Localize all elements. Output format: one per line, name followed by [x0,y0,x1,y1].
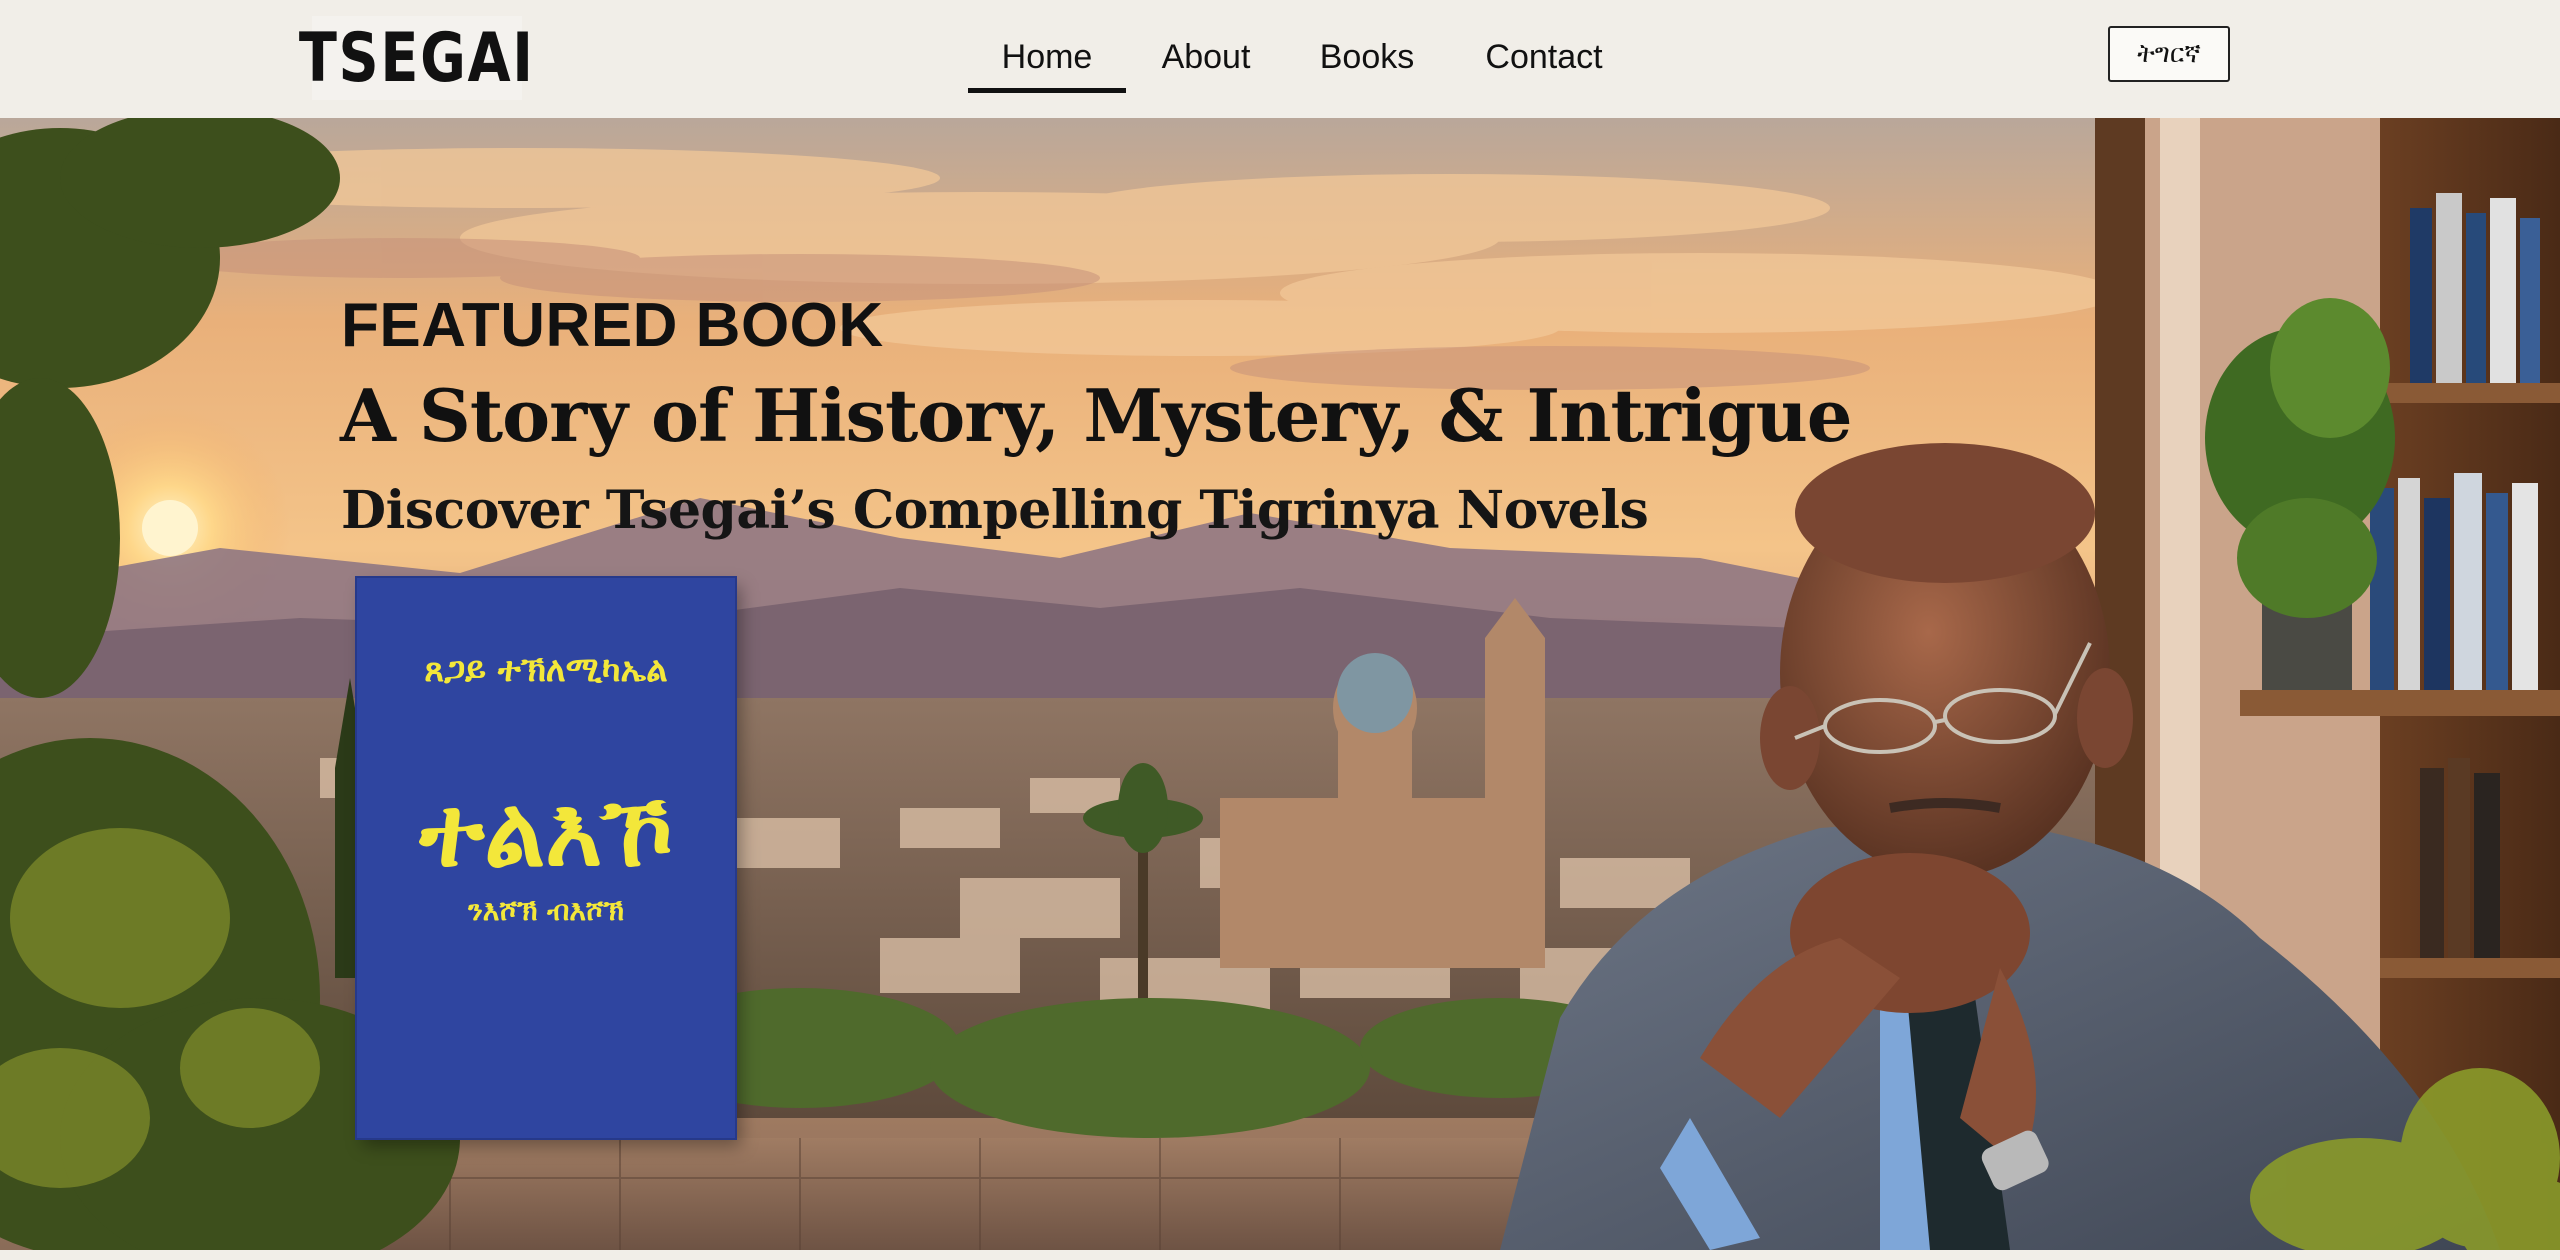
nav-about-link[interactable]: About [1150,32,1262,82]
book-title: ተልእኾ [419,776,673,888]
featured-book-label: FEATURED BOOK [341,291,884,360]
hero-section: FEATURED BOOK A Story of History, Myster… [0,118,2560,1250]
nav-books-link[interactable]: Books [1310,32,1424,82]
language-toggle-button[interactable]: ትግርኛ [2108,26,2230,82]
nav-contact-link[interactable]: Contact [1474,32,1614,82]
book-subtitle: ንእሾኽ ብእሾኽ [468,894,624,927]
hero-headline: A Story of History, Mystery, & Intrigue [340,373,1853,458]
featured-book-cover[interactable]: ጸጋይ ተኽለሚካኤል ተልእኾ ንእሾኽ ብእሾኽ [357,578,735,1138]
page-bottom-strip [0,1250,2560,1260]
nav-home-link[interactable]: Home [968,32,1126,82]
hero-subheadline: Discover Tsegai’s Compelling Tigrinya No… [341,480,1649,541]
active-nav-indicator [968,88,1126,93]
site-header: TSEGAI Home About Books Contact ትግርኛ [0,0,2560,118]
book-author: ጸጋይ ተኽለሚካኤል [424,650,668,690]
